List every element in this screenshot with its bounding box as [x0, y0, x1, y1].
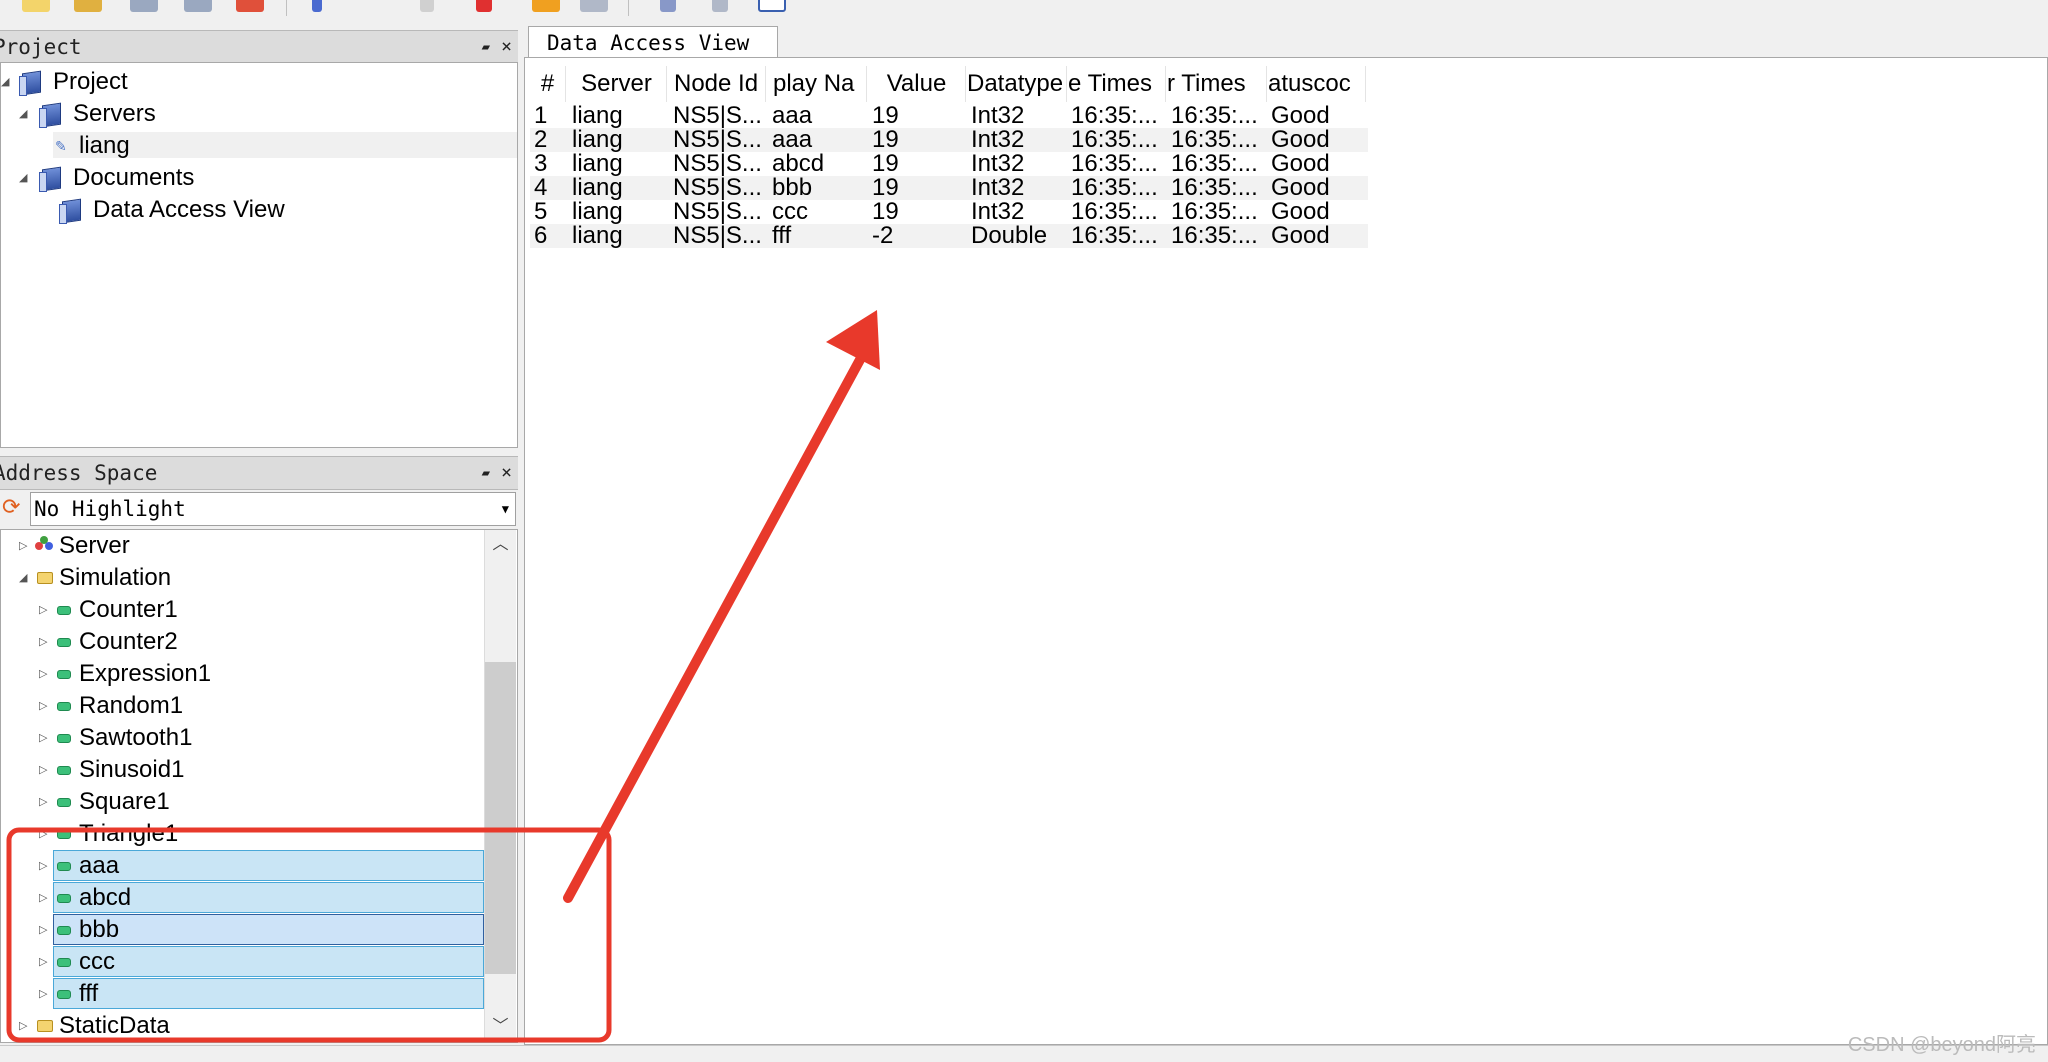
- annotation-arrow-head: [826, 310, 880, 370]
- status-strip: [0, 1045, 2048, 1062]
- watermark: CSDN @beyond阿亮: [1847, 1034, 2036, 1056]
- annotation-arrow-line: [563, 351, 867, 903]
- annotation-box: [6, 827, 612, 1043]
- annotation-overlay: [6, 310, 880, 1043]
